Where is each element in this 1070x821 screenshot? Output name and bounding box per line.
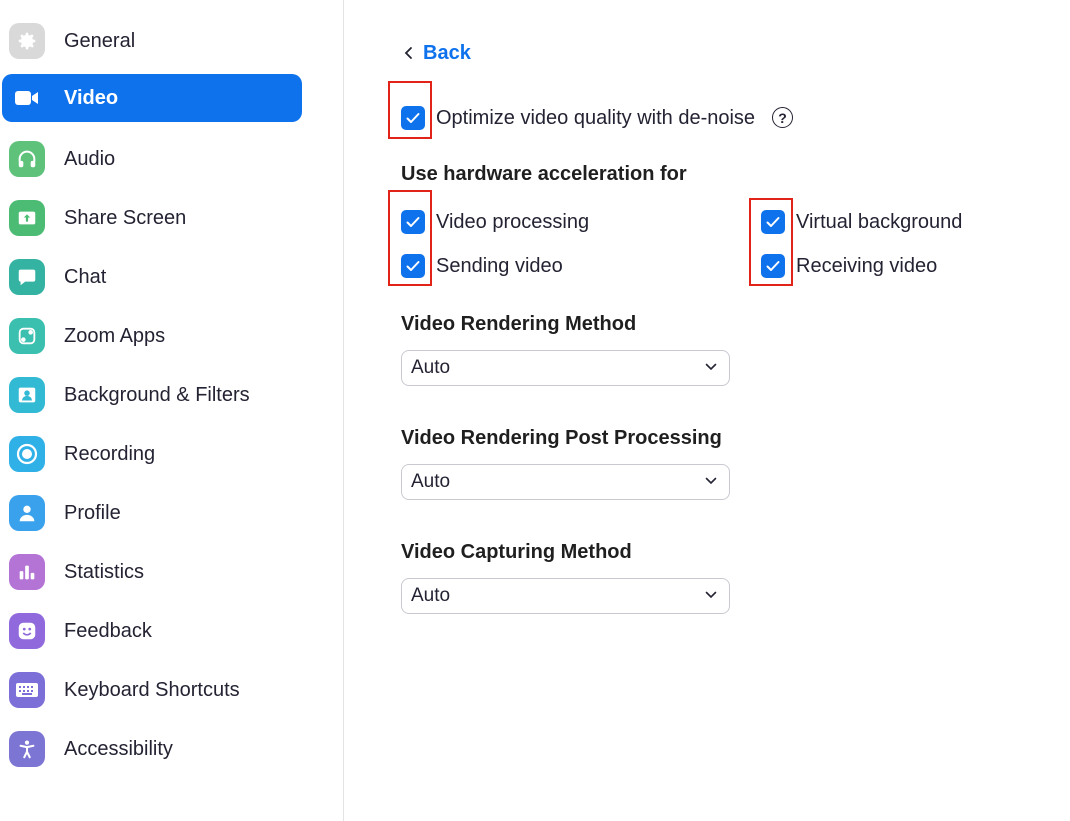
post-processing-title: Video Rendering Post Processing [401, 427, 722, 449]
sidebar-item-label: Chat [64, 265, 107, 288]
settings-sidebar: General Video Audio Share Screen Chat Zo… [0, 0, 344, 821]
sidebar-item-label: General [64, 29, 136, 52]
sidebar-item-label: Recording [64, 442, 156, 465]
checkmark-icon [406, 261, 420, 271]
capturing-method-select[interactable]: Auto [401, 578, 730, 614]
select-value: Auto [411, 471, 451, 492]
checkmark-icon [406, 113, 420, 123]
gear-icon [9, 23, 45, 59]
person-icon [9, 495, 45, 531]
sending-video-checkbox[interactable] [401, 254, 425, 278]
sidebar-item-general[interactable]: General [2, 17, 302, 65]
receiving-video-checkbox[interactable] [761, 254, 785, 278]
chat-bubble-icon [9, 259, 45, 295]
back-button[interactable]: Back [404, 38, 471, 68]
sidebar-item-chat[interactable]: Chat [2, 253, 302, 301]
chevron-down-icon [705, 363, 717, 371]
video-processing-checkbox[interactable] [401, 210, 425, 234]
video-camera-icon [9, 80, 45, 116]
sidebar-item-label: Profile [64, 501, 121, 524]
checkmark-icon [766, 261, 780, 271]
sidebar-item-label: Accessibility [64, 737, 173, 760]
sidebar-item-keyboard-shortcuts[interactable]: Keyboard Shortcuts [2, 666, 302, 714]
back-label: Back [423, 41, 471, 64]
chevron-down-icon [705, 591, 717, 599]
sidebar-item-label: Statistics [64, 560, 145, 583]
accessibility-icon [9, 731, 45, 767]
virtual-background-checkbox[interactable] [761, 210, 785, 234]
capturing-method-title: Video Capturing Method [401, 541, 632, 563]
sidebar-item-profile[interactable]: Profile [2, 489, 302, 537]
hw-accel-title: Use hardware acceleration for [401, 163, 687, 185]
bar-chart-icon [9, 554, 45, 590]
portrait-icon [9, 377, 45, 413]
sidebar-item-audio[interactable]: Audio [2, 135, 302, 183]
sidebar-item-label: Video [64, 86, 119, 109]
sidebar-item-label: Background & Filters [64, 383, 250, 406]
denoise-checkbox[interactable] [401, 106, 425, 130]
post-processing-select[interactable]: Auto [401, 464, 730, 500]
checkmark-icon [406, 217, 420, 227]
help-icon[interactable]: ? [772, 107, 793, 128]
keyboard-icon [9, 672, 45, 708]
smiley-icon [9, 613, 45, 649]
apps-icon [9, 318, 45, 354]
receiving-video-label: Receiving video [796, 255, 938, 277]
rendering-method-select[interactable]: Auto [401, 350, 730, 386]
sidebar-item-video[interactable]: Video [2, 74, 302, 122]
sidebar-item-label: Feedback [64, 619, 152, 642]
rendering-method-title: Video Rendering Method [401, 313, 637, 335]
chevron-down-icon [705, 477, 717, 485]
sidebar-item-share-screen[interactable]: Share Screen [2, 194, 302, 242]
sidebar-item-label: Keyboard Shortcuts [64, 678, 240, 701]
headphones-icon [9, 141, 45, 177]
sidebar-item-statistics[interactable]: Statistics [2, 548, 302, 596]
virtual-background-label: Virtual background [796, 211, 963, 233]
chevron-left-icon [404, 47, 412, 59]
sidebar-item-recording[interactable]: Recording [2, 430, 302, 478]
sidebar-item-zoom-apps[interactable]: Zoom Apps [2, 312, 302, 360]
video-processing-label: Video processing [436, 211, 590, 233]
denoise-label: Optimize video quality with de-noise [436, 107, 756, 129]
sidebar-item-label: Audio [64, 147, 116, 170]
checkmark-icon [766, 217, 780, 227]
sending-video-label: Sending video [436, 255, 563, 277]
record-icon [9, 436, 45, 472]
sidebar-item-feedback[interactable]: Feedback [2, 607, 302, 655]
select-value: Auto [411, 585, 451, 606]
sidebar-item-label: Share Screen [64, 206, 187, 229]
sidebar-item-background-filters[interactable]: Background & Filters [2, 371, 302, 419]
sidebar-item-label: Zoom Apps [64, 324, 166, 347]
sidebar-item-accessibility[interactable]: Accessibility [2, 725, 302, 773]
select-value: Auto [411, 357, 451, 378]
share-screen-icon [9, 200, 45, 236]
